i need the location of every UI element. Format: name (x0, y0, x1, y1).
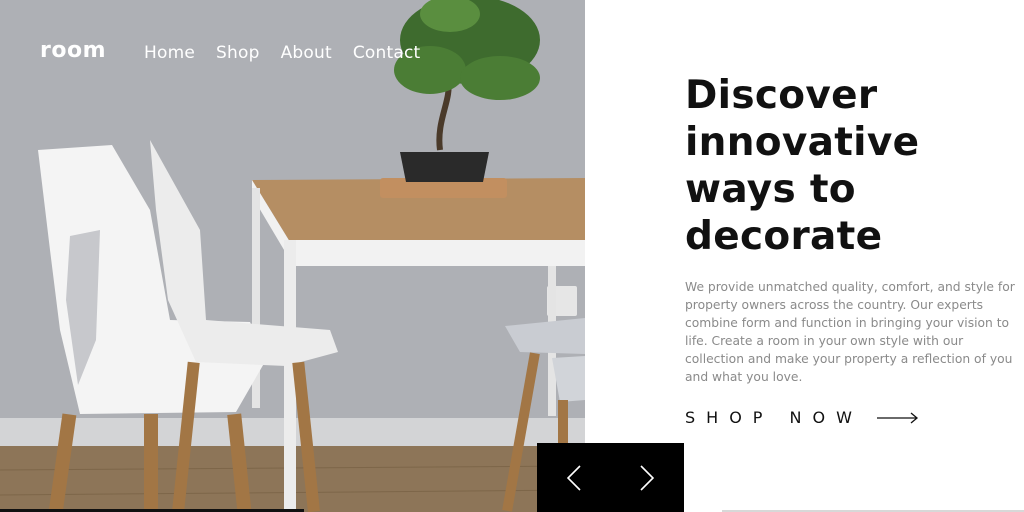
headline-line: decorate (685, 214, 883, 259)
headline-line: Discover (685, 73, 878, 118)
chevron-right-icon (640, 464, 655, 491)
chevron-left-icon (566, 464, 581, 491)
headline-line: ways to (685, 167, 856, 212)
nav-contact-link[interactable]: Contact (353, 43, 421, 63)
slider-next-button[interactable] (611, 443, 685, 512)
brand-logo[interactable]: room (40, 38, 106, 63)
plant-pot (400, 152, 489, 182)
table-apron (290, 240, 585, 266)
hero-illustration (0, 0, 585, 512)
hero-image (0, 0, 585, 512)
slider-controls (537, 443, 684, 512)
headline-line: innovative (685, 120, 920, 165)
arrow-right-icon (876, 412, 918, 423)
shop-now-label: SHOP NOW (685, 408, 863, 427)
shop-now-link[interactable]: SHOP NOW (685, 408, 919, 427)
main-nav: Home Shop About Contact (144, 43, 420, 63)
slider-prev-button[interactable] (537, 443, 611, 512)
hero-content: Discover innovative ways to decorate We … (685, 72, 1015, 386)
hero-headline: Discover innovative ways to decorate (685, 72, 1015, 260)
nav-shop-link[interactable]: Shop (216, 43, 260, 63)
nav-about-link[interactable]: About (281, 43, 332, 63)
nav-home-link[interactable]: Home (144, 43, 195, 63)
hero-description: We provide unmatched quality, comfort, a… (685, 280, 1015, 384)
